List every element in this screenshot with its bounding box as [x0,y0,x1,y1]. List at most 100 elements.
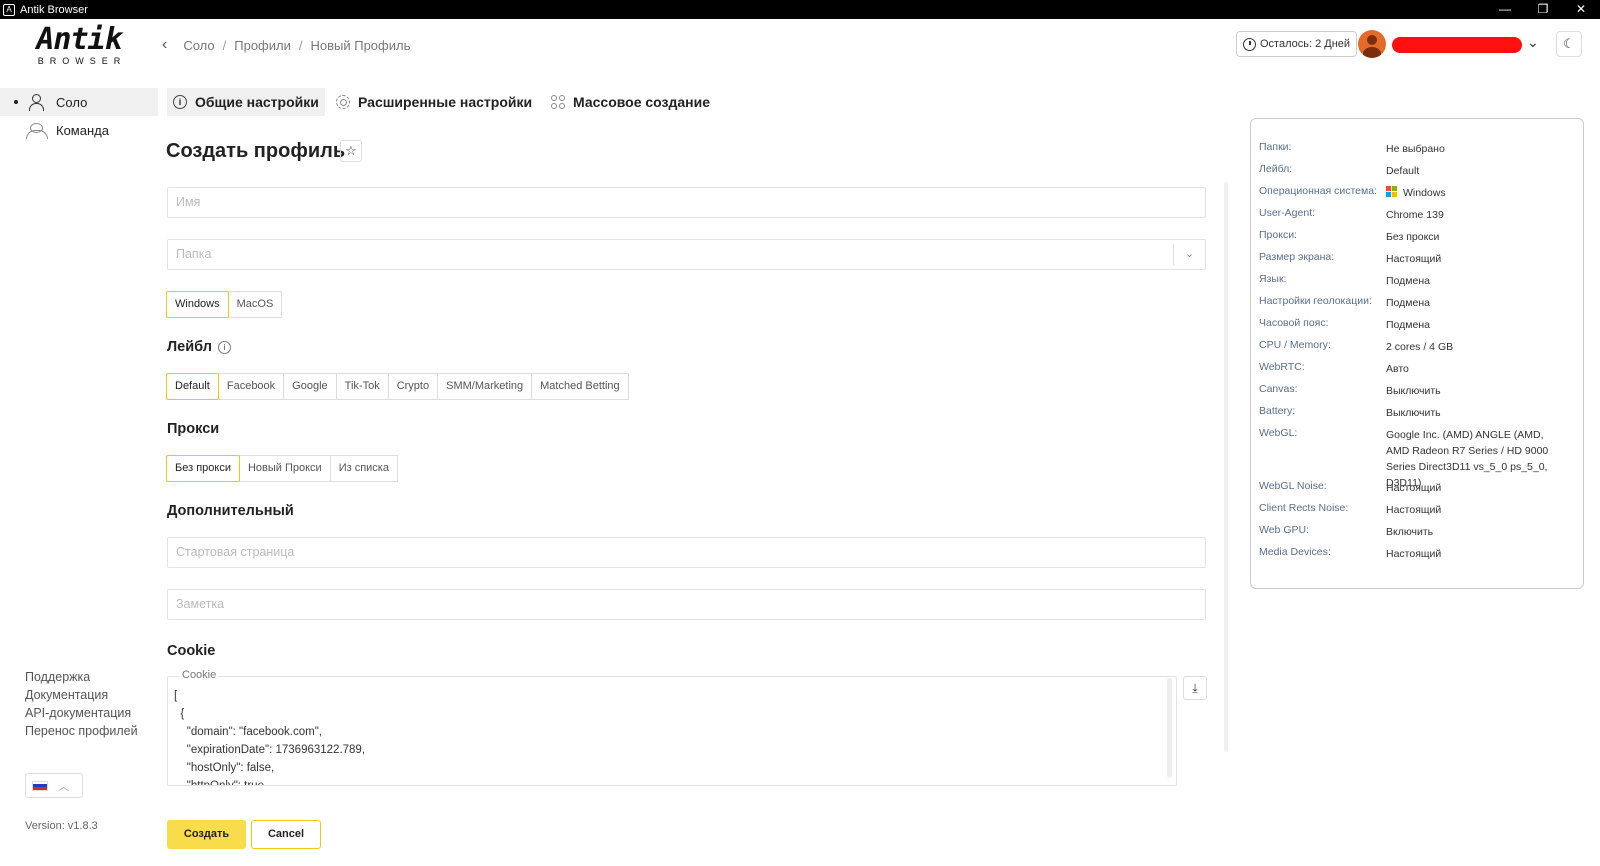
cookie-field-label: Cookie [180,669,219,681]
summary-key: Операционная система: [1259,185,1378,197]
theme-toggle-moon-icon[interactable]: ☾ [1556,31,1582,57]
summary-row: CPU / Memory: 2 cores / 4 GB [1259,339,1566,355]
window-titlebar: A Antik Browser — ❐ ✕ [0,0,1600,19]
breadcrumb-separator: / [298,37,303,53]
summary-row: WebGL Noise: Настоящий [1259,480,1566,496]
label-option-matched-betting[interactable]: Matched Betting [531,373,629,400]
label-option-google[interactable]: Google [283,373,337,400]
chevron-down-icon[interactable]: ⌄ [1173,244,1205,265]
main-scrollbar[interactable] [1224,182,1228,752]
summary-row: Canvas: Выключить [1259,383,1566,399]
summary-value: Подмена [1386,297,1430,309]
note-input[interactable]: Заметка [167,589,1206,620]
sidebar-item-label: Команда [56,122,109,138]
summary-key: Прокси: [1259,229,1297,241]
start-page-input[interactable]: Стартовая страница [167,537,1206,568]
profile-summary-panel: Папки: Не выбрано Лейбл: Default Операцион… [1250,118,1584,589]
info-icon[interactable]: i [217,340,231,354]
summary-row: Web GPU: Включить [1259,524,1566,540]
summary-row: Прокси: Без прокси [1259,229,1566,245]
username-redacted[interactable] [1392,37,1522,53]
trial-badge[interactable]: Осталось: 2 Дней [1236,31,1358,57]
cookie-textarea[interactable]: [ { "domain": "facebook.com", "expiratio… [167,676,1177,786]
chevron-down-icon[interactable]: ⌄ [1527,34,1539,51]
summary-key: Canvas: [1259,383,1298,395]
sidebar-item-solo[interactable]: Соло [0,88,158,116]
tab-advanced-settings[interactable]: Расширенные настройки [330,88,538,116]
tab-label: Общие настройки [195,94,319,110]
summary-value: Chrome 139 [1386,209,1444,221]
label-option-facebook[interactable]: Facebook [217,373,285,400]
summary-key: Media Devices: [1259,546,1331,558]
summary-row: Часовой пояс: Подмена [1259,317,1566,333]
label-selector: Default Facebook Google Tik-Tok Crypto S… [166,373,629,400]
proxy-section-title: Прокси [167,421,220,437]
summary-value: Включить [1386,526,1434,538]
active-dot [14,100,18,104]
label-option-tiktok[interactable]: Tik-Tok [335,373,389,400]
breadcrumb-item-solo[interactable]: Соло [183,38,214,53]
summary-key: CPU / Memory: [1259,339,1331,351]
summary-key: WebRTC: [1259,361,1305,373]
tab-bulk-create[interactable]: Массовое создание [545,88,716,116]
app-icon: A [3,3,15,16]
label-option-default[interactable]: Default [166,373,219,400]
proxy-option-new[interactable]: Новый Прокси [238,455,331,482]
breadcrumb-item-new-profile: Новый Профиль [310,37,411,53]
close-button[interactable]: ✕ [1562,0,1600,19]
app-version: Version: v1.8.3 [25,820,98,832]
cancel-button[interactable]: Cancel [251,820,321,849]
os-selector: Windows MacOS [166,291,283,318]
summary-value: Настоящий [1386,504,1442,516]
sidebar-item-team[interactable]: Команда [0,116,158,144]
label-option-smm[interactable]: SMM/Marketing [437,373,533,400]
summary-value: Настоящий [1386,482,1442,494]
download-icon[interactable]: ⤓ [1183,676,1207,700]
chevron-up-icon: ︿ [58,780,69,793]
proxy-option-none[interactable]: Без прокси [166,455,240,482]
proxy-selector: Без прокси Новый Прокси Из списка [166,455,398,482]
star-icon[interactable]: ☆ [340,140,362,162]
back-icon[interactable]: ‹ [162,36,167,54]
folder-select[interactable]: Папка ⌄ [167,239,1206,270]
summary-value: Выключить [1386,385,1441,397]
trial-text: Осталось: 2 Дней [1260,38,1351,50]
breadcrumb: ‹ Соло / Профили / Новый Профиль [162,36,410,54]
logo-text: Antik [36,22,122,57]
docs-link[interactable]: Документация [25,686,138,704]
tab-general-settings[interactable]: i Общие настройки [167,88,325,116]
proxy-option-from-list[interactable]: Из списка [329,455,398,482]
sidebar-item-label: Соло [56,94,88,110]
breadcrumb-item-profiles[interactable]: Профили [234,38,291,53]
label-option-crypto[interactable]: Crypto [387,373,439,400]
summary-value: 2 cores / 4 GB [1386,341,1454,353]
avatar[interactable] [1358,30,1386,58]
api-docs-link[interactable]: API-документация [25,704,138,722]
grid-icon [551,95,565,109]
summary-row: Операционная система: Windows [1259,185,1566,201]
summary-value: Подмена [1386,319,1430,331]
summary-row: Media Devices: Настоящий [1259,546,1566,562]
summary-key: Папки: [1259,141,1292,153]
summary-key: Язык: [1259,273,1287,285]
summary-key: Размер экрана: [1259,251,1335,263]
gear-icon [336,95,350,109]
support-link[interactable]: Поддержка [25,668,138,686]
app-logo[interactable]: Antik BROWSER [24,24,134,68]
profile-transfer-link[interactable]: Перенос профилей [25,722,138,740]
restore-button[interactable]: ❐ [1524,0,1562,19]
summary-row: Battery: Выключить [1259,405,1566,421]
language-select[interactable]: ︿ [25,773,83,798]
window-title: Antik Browser [20,3,88,16]
minimize-button[interactable]: — [1486,0,1524,19]
os-option-macos[interactable]: MacOS [227,291,283,318]
summary-row: User-Agent: Chrome 139 [1259,207,1566,223]
summary-row: Папки: Не выбрано [1259,141,1566,157]
cookie-scrollbar[interactable] [1167,678,1172,778]
summary-key: WebGL Noise: [1259,480,1327,492]
os-option-windows[interactable]: Windows [166,291,229,318]
create-button[interactable]: Создать [167,820,246,849]
summary-row: Настройки геолокации: Подмена [1259,295,1566,311]
name-input[interactable]: Имя [167,187,1206,218]
team-icon [26,122,48,139]
